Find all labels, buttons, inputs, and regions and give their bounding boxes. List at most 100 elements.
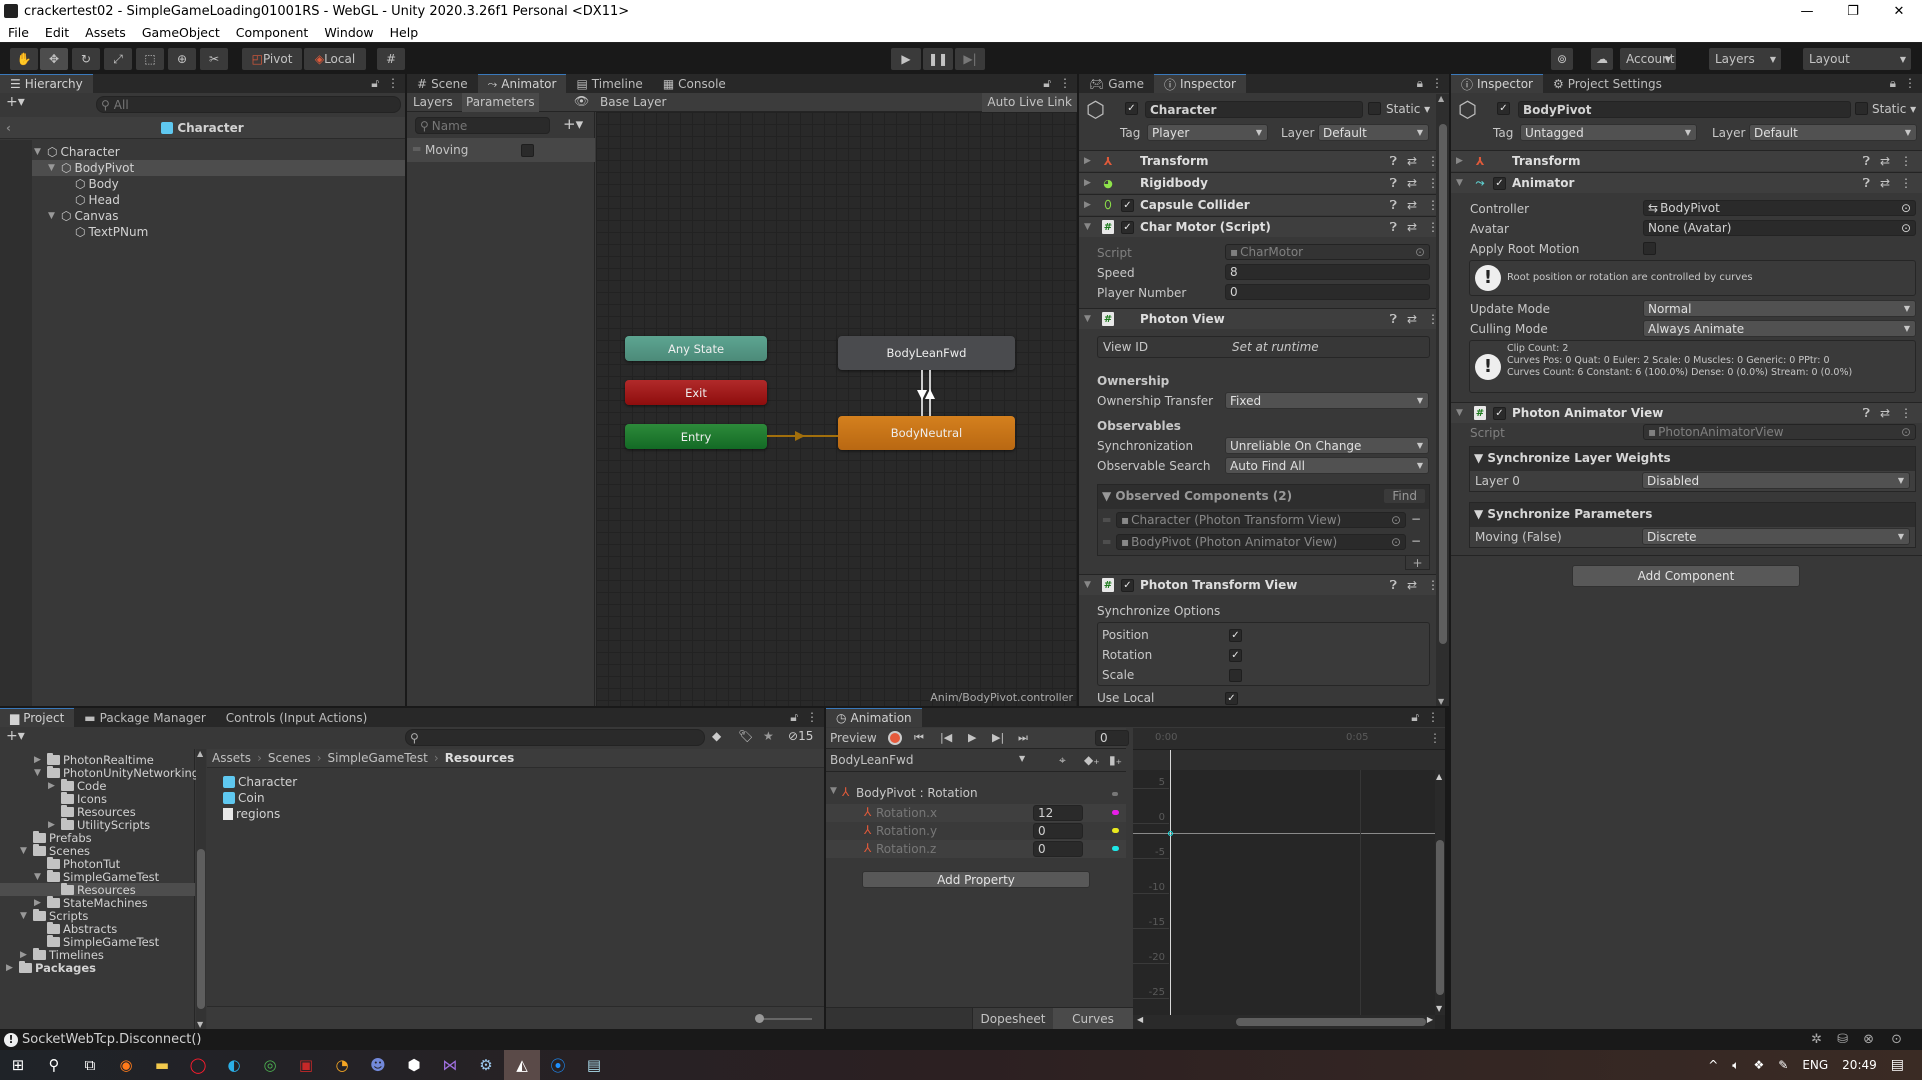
tab-animation[interactable]: ◷ Animation <box>826 708 922 727</box>
folder-item[interactable]: ▶ Timelines <box>20 947 104 962</box>
object-picker-icon[interactable]: ⊙ <box>1901 221 1911 235</box>
add-event-icon[interactable]: ▮₊ <box>1109 753 1122 767</box>
keyframe-point[interactable] <box>1168 831 1173 836</box>
tab-project-settings[interactable]: ⚙ Project Settings <box>1543 74 1672 93</box>
back-arrow-icon[interactable]: ‹ <box>6 121 11 135</box>
timeline-ruler[interactable]: 0:00 0:05 ⋮ <box>1133 728 1445 750</box>
property-value-input[interactable]: 0 <box>1033 823 1083 839</box>
menu-file[interactable]: File <box>0 25 37 40</box>
drag-handle-icon[interactable]: ═ <box>1103 513 1110 527</box>
tab-hierarchy[interactable]: ☰ Hierarchy <box>0 74 93 93</box>
expand-arrow-icon[interactable]: ▼ <box>830 786 837 796</box>
firefox-icon[interactable]: ◉ <box>108 1050 144 1080</box>
folder-tree-scrollbar[interactable]: ▲ ▼ <box>196 749 206 1029</box>
presets-icon[interactable]: ⇄ <box>1407 220 1417 235</box>
hierarchy-item[interactable]: ▼ ⬡ Canvas <box>48 208 119 224</box>
folder-item[interactable]: ▶ Code <box>48 778 106 793</box>
add-property-button[interactable]: Add Property <box>862 871 1090 888</box>
filter-by-type-icon[interactable]: ◆ <box>712 729 721 743</box>
folder-item[interactable]: ▼ Scripts <box>20 908 88 923</box>
step-button[interactable]: ▶| <box>955 48 985 70</box>
presets-icon[interactable]: ⇄ <box>1407 176 1417 191</box>
eye-icon[interactable]: 👁︎ <box>574 94 589 108</box>
folder-item[interactable]: ▼ Scenes <box>20 843 90 858</box>
first-keyframe-icon[interactable]: ⏮ <box>914 731 924 745</box>
parameter-search-input[interactable]: ⚲ Name <box>415 117 550 134</box>
folder-item[interactable]: ▶ UtilityScripts <box>48 817 150 832</box>
hierarchy-item[interactable]: ▼ ⬡ Character <box>34 144 120 160</box>
more-menu-icon[interactable]: ⋮ <box>806 710 818 725</box>
local-toggle[interactable]: ◈ Local <box>304 48 366 70</box>
property-value-input[interactable]: 12 <box>1033 805 1083 821</box>
rotate-tool-icon[interactable]: ↻ <box>72 48 100 70</box>
visual-studio-icon[interactable]: ⋈ <box>432 1050 468 1080</box>
animation-property-row[interactable]: ⅄ Rotation.x 12 <box>826 804 1126 822</box>
add-keyframe-icon[interactable]: ◆₊ <box>1084 753 1100 767</box>
opera-icon[interactable]: ◯ <box>180 1050 216 1080</box>
project-search-input[interactable]: ⚲ <box>405 729 705 746</box>
help-icon[interactable]: ❓︎ <box>1863 176 1870 191</box>
tag-dropdown[interactable]: Untagged <box>1520 124 1697 141</box>
folder-item[interactable]: SimpleGameTest <box>34 934 159 949</box>
scale-tool-icon[interactable]: ⤢ <box>104 48 132 70</box>
clip-dropdown[interactable]: BodyLeanFwd <box>830 753 913 767</box>
close-button[interactable]: ✕ <box>1876 0 1922 22</box>
component-char-motor[interactable]: ▼ # ✓ Char Motor (Script) ❓︎ ⇄ ⋮ <box>1079 216 1449 237</box>
expand-arrow-icon[interactable]: ▼ <box>20 846 30 856</box>
presets-icon[interactable]: ⇄ <box>1880 154 1890 169</box>
unity-editor-icon[interactable]: ◭ <box>504 1050 540 1080</box>
property-group[interactable]: ▼ ⅄ BodyPivot : Rotation <box>826 784 1126 802</box>
hierarchy-item[interactable]: ⬡ Body <box>62 176 119 192</box>
help-icon[interactable]: ❓︎ <box>1863 406 1870 421</box>
menu-window[interactable]: Window <box>316 25 381 40</box>
play-button[interactable]: ▶ <box>891 48 921 70</box>
lock-icon[interactable]: 🔓︎ <box>371 76 379 91</box>
menu-assets[interactable]: Assets <box>77 25 134 40</box>
playhead[interactable] <box>1170 750 1171 1015</box>
breadcrumb-assets[interactable]: Assets <box>212 751 251 765</box>
curve-editor[interactable]: 0:00 0:05 ⋮ 5 0 -5 -10 -15 -20 -25 ▲ ▼ ◀ ▶ <box>1133 728 1445 1029</box>
rotation-checkbox[interactable]: ✓ <box>1229 649 1242 662</box>
use-local-checkbox[interactable]: ✓ <box>1225 692 1238 705</box>
observable-search-dropdown[interactable]: Auto Find All <box>1225 457 1429 474</box>
breadcrumb-resources[interactable]: Resources <box>445 751 515 765</box>
play-icon[interactable]: ▶ <box>968 731 976 744</box>
clock[interactable]: 20:49 <box>1842 1058 1877 1072</box>
folder-item[interactable]: Abstracts <box>34 921 117 936</box>
object-picker-icon[interactable]: ⊙ <box>1901 425 1911 439</box>
expand-arrow-icon[interactable]: ▶ <box>34 898 44 908</box>
icon-size-slider-thumb[interactable] <box>755 1014 764 1023</box>
notepad-icon[interactable]: ▤ <box>576 1050 612 1080</box>
more-menu-icon[interactable]: ⋮ <box>1900 406 1912 421</box>
expand-arrow-icon[interactable]: ▶ <box>48 781 58 791</box>
menu-gameobject[interactable]: GameObject <box>134 25 228 40</box>
help-icon[interactable]: ❓︎ <box>1390 220 1397 235</box>
update-mode-dropdown[interactable]: Normal <box>1643 300 1916 317</box>
object-picker-icon[interactable]: ⊙ <box>1391 513 1401 527</box>
move-tool-icon[interactable]: ✥ <box>40 48 68 70</box>
favorites-star-icon[interactable]: ★ <box>763 729 774 743</box>
rect-tool-icon[interactable]: ⬚ <box>136 48 164 70</box>
static-checkbox[interactable] <box>1855 102 1868 115</box>
folder-item[interactable]: ▼ PhotonUnityNetworking <box>34 765 199 780</box>
folder-item[interactable]: ▶ Packages <box>6 960 96 975</box>
breadcrumb-base-layer[interactable]: Base Layer <box>600 95 667 109</box>
presets-icon[interactable]: ⇄ <box>1880 406 1890 421</box>
folder-item[interactable]: PhotonTut <box>34 856 120 871</box>
animation-property-row[interactable]: ⅄ Rotation.z 0 <box>826 840 1126 858</box>
pivot-toggle[interactable]: ◰ Pivot <box>242 48 302 70</box>
progress-check-icon[interactable]: ⊙ <box>1891 1032 1902 1047</box>
add-parameter-button[interactable]: +▾ <box>563 115 583 133</box>
search-icon[interactable]: ⚲ <box>36 1050 72 1080</box>
help-icon[interactable]: ❓︎ <box>1390 312 1397 327</box>
lock-icon[interactable]: 🔓︎ <box>1411 710 1419 725</box>
folder-item[interactable]: Resources <box>48 882 136 897</box>
layers-subtab[interactable]: Layers <box>410 95 456 109</box>
blender-icon[interactable]: ◔ <box>324 1050 360 1080</box>
dopesheet-tab[interactable]: Dopesheet <box>972 1008 1053 1030</box>
help-icon[interactable]: ❓︎ <box>1390 578 1397 593</box>
tab-inspector-2[interactable]: ⓘ Inspector <box>1451 74 1543 93</box>
component-photon-transform-view[interactable]: ▼ # ✓ Photon Transform View ❓︎ ⇄ ⋮ <box>1079 574 1449 595</box>
component-animator[interactable]: ▼ ⤳ ✓ Animator ❓︎ ⇄ ⋮ <box>1451 172 1922 193</box>
object-picker-icon[interactable]: ⊙ <box>1415 245 1425 259</box>
